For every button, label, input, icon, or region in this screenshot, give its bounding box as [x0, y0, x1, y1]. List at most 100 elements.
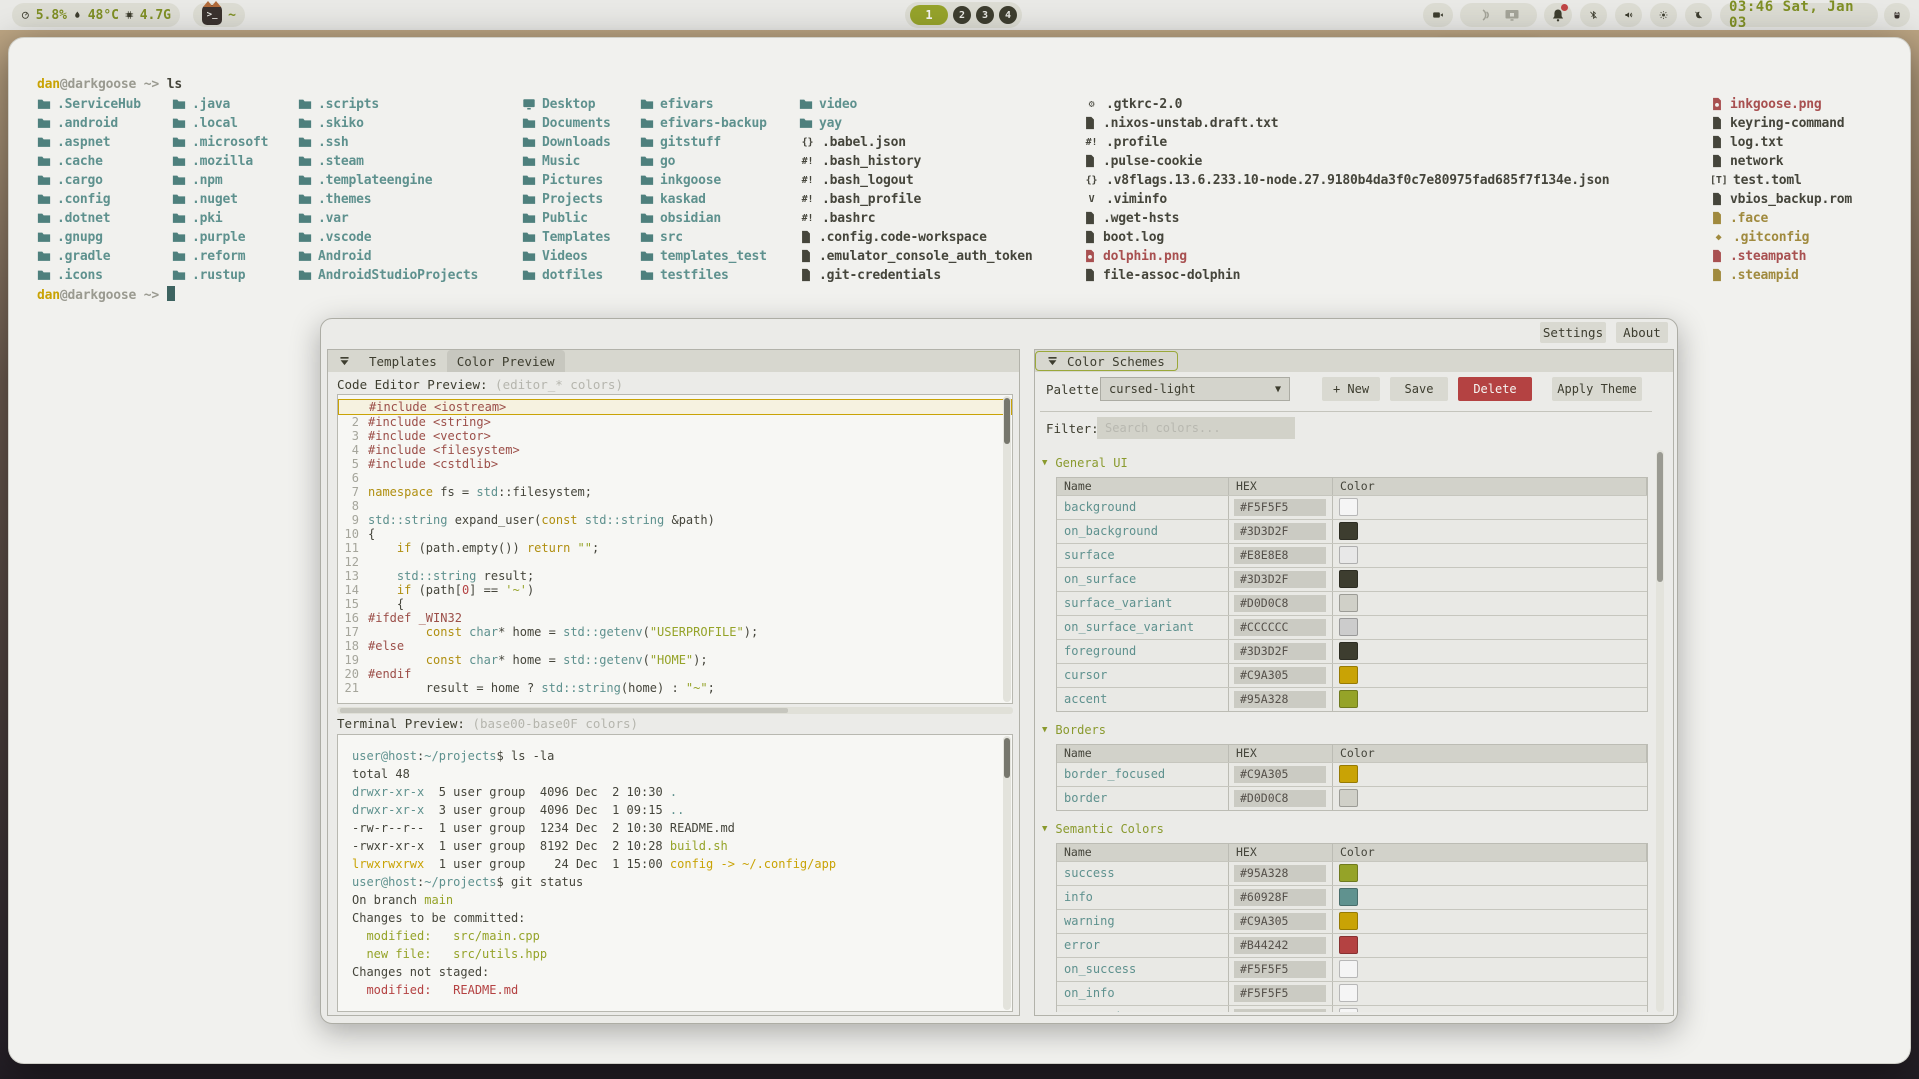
color-swatch[interactable]: [1339, 594, 1358, 612]
tab-color-preview[interactable]: Color Preview: [447, 350, 565, 372]
table-row[interactable]: info#60928F: [1057, 885, 1647, 909]
color-swatch[interactable]: [1339, 765, 1358, 783]
table-row[interactable]: foreground#3D3D2F: [1057, 639, 1647, 663]
hex-input[interactable]: #3D3D2F: [1234, 571, 1326, 588]
hex-input[interactable]: #CCCCCC: [1234, 619, 1326, 636]
screen-record-button[interactable]: [1423, 3, 1453, 27]
hex-input[interactable]: #F5F5F5: [1234, 961, 1326, 978]
videos-folder-icon: [522, 249, 536, 263]
system-stats-pill[interactable]: 5.8% 48°C 4.7G: [12, 3, 180, 27]
editor-line: 20#endif: [338, 667, 1012, 681]
terminal-preview-scrollbar[interactable]: [1003, 736, 1011, 1010]
bluetooth-off-icon: [1589, 7, 1598, 23]
json-icon: {}: [1083, 175, 1100, 186]
table-row[interactable]: on_surface#3D3D2F: [1057, 567, 1647, 591]
save-button[interactable]: Save: [1390, 377, 1448, 401]
file-item: .local: [172, 115, 238, 131]
hex-input[interactable]: #F5F5F5: [1234, 499, 1326, 516]
table-row[interactable]: warning#C9A305: [1057, 909, 1647, 933]
color-swatch[interactable]: [1339, 912, 1358, 930]
night-light-button[interactable]: [1685, 3, 1712, 27]
hex-input[interactable]: #D0D0C8: [1234, 595, 1326, 612]
tab-templates[interactable]: Templates: [359, 350, 447, 372]
color-swatch[interactable]: [1339, 1008, 1358, 1012]
hex-input[interactable]: #95A328: [1234, 865, 1326, 882]
hex-input[interactable]: #E8E8E8: [1234, 547, 1326, 564]
hex-input[interactable]: #C9A305: [1234, 667, 1326, 684]
hex-input[interactable]: #C9A305: [1234, 913, 1326, 930]
color-swatch[interactable]: [1339, 864, 1358, 882]
hex-input[interactable]: #B44242: [1234, 937, 1326, 954]
color-swatch[interactable]: [1339, 546, 1358, 564]
table-row[interactable]: border#D0D0C8: [1057, 786, 1647, 810]
file-item: gitstuff: [640, 134, 721, 150]
collapse-icon[interactable]: [1046, 355, 1059, 368]
terminal-app-pill[interactable]: >_ ~: [193, 3, 245, 27]
table-row[interactable]: border_focused#C9A305: [1057, 762, 1647, 786]
delete-button[interactable]: Delete: [1458, 377, 1532, 401]
workspace-2[interactable]: 2: [953, 6, 971, 24]
hex-input[interactable]: #95A328: [1234, 691, 1326, 708]
color-swatch[interactable]: [1339, 888, 1358, 906]
workspace-1-active[interactable]: 1: [910, 5, 948, 25]
screenshare-group-pill[interactable]: [1460, 3, 1537, 27]
hex-input[interactable]: #D0D0C8: [1234, 790, 1326, 807]
color-swatch[interactable]: [1339, 690, 1358, 708]
table-header-row: NameHEXColor: [1057, 478, 1647, 495]
color-swatch[interactable]: [1339, 522, 1358, 540]
app-menu-button[interactable]: [1884, 3, 1910, 27]
filter-input[interactable]: Search colors...: [1097, 417, 1295, 439]
color-swatch[interactable]: [1339, 618, 1358, 636]
section-header[interactable]: ▼Semantic Colors: [1042, 821, 1648, 837]
table-row[interactable]: error#B44242: [1057, 933, 1647, 957]
collapse-icon[interactable]: [338, 355, 351, 368]
file-item: .face: [1710, 210, 1768, 226]
file-name: test.toml: [1733, 173, 1802, 188]
table-row[interactable]: accent#95A328: [1057, 687, 1647, 711]
hex-input[interactable]: #F5F5F5: [1234, 1009, 1326, 1012]
table-row[interactable]: cursor#C9A305: [1057, 663, 1647, 687]
table-row[interactable]: surface#E8E8E8: [1057, 543, 1647, 567]
section-header[interactable]: ▼Borders: [1042, 722, 1648, 738]
workspace-4[interactable]: 4: [999, 6, 1017, 24]
table-row[interactable]: on_success#F5F5F5: [1057, 957, 1647, 981]
color-swatch[interactable]: [1339, 936, 1358, 954]
color-swatch[interactable]: [1339, 642, 1358, 660]
apply-theme-button[interactable]: Apply Theme: [1552, 377, 1642, 401]
settings-button[interactable]: Settings: [1540, 322, 1606, 343]
volume-button[interactable]: [1615, 3, 1642, 27]
table-row[interactable]: on_info#F5F5F5: [1057, 981, 1647, 1005]
file-item: .steampid: [1710, 267, 1799, 283]
color-swatch[interactable]: [1339, 960, 1358, 978]
color-swatch[interactable]: [1339, 666, 1358, 684]
editor-preview-hint: (editor_* colors): [495, 377, 623, 392]
hex-input[interactable]: #C9A305: [1234, 766, 1326, 783]
gear-icon: ⚙: [1083, 99, 1100, 110]
table-row[interactable]: on_warning#F5F5F5: [1057, 1005, 1647, 1012]
color-swatch[interactable]: [1339, 984, 1358, 1002]
table-row[interactable]: on_background#3D3D2F: [1057, 519, 1647, 543]
table-row[interactable]: success#95A328: [1057, 861, 1647, 885]
hex-input[interactable]: #3D3D2F: [1234, 523, 1326, 540]
brightness-button[interactable]: [1650, 3, 1677, 27]
workspace-3[interactable]: 3: [976, 6, 994, 24]
color-list-scrollbar[interactable]: [1656, 450, 1664, 1012]
notifications-button[interactable]: [1544, 3, 1572, 27]
editor-horizontal-scrollbar[interactable]: [337, 707, 1013, 714]
clock-pill[interactable]: 03:46 Sat, Jan 03: [1720, 3, 1878, 27]
color-swatch[interactable]: [1339, 789, 1358, 807]
section-header[interactable]: ▼General UI: [1042, 455, 1648, 471]
table-row[interactable]: background#F5F5F5: [1057, 495, 1647, 519]
color-swatch[interactable]: [1339, 498, 1358, 516]
table-row[interactable]: on_surface_variant#CCCCCC: [1057, 615, 1647, 639]
color-swatch[interactable]: [1339, 570, 1358, 588]
new-palette-button[interactable]: + New: [1322, 377, 1380, 401]
editor-vertical-scrollbar[interactable]: [1003, 396, 1011, 702]
hex-input[interactable]: #3D3D2F: [1234, 643, 1326, 660]
table-row[interactable]: surface_variant#D0D0C8: [1057, 591, 1647, 615]
palette-select[interactable]: cursed-light ▼: [1100, 377, 1290, 401]
hex-input[interactable]: #60928F: [1234, 889, 1326, 906]
bluetooth-button[interactable]: [1580, 3, 1607, 27]
hex-input[interactable]: #F5F5F5: [1234, 985, 1326, 1002]
about-button[interactable]: About: [1616, 322, 1668, 343]
